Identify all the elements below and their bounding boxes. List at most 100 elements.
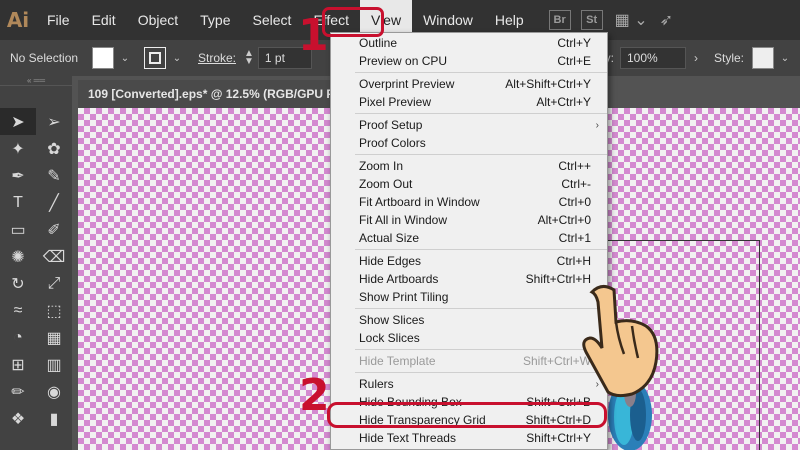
- menu-item-overprint-preview[interactable]: Overprint Preview Alt+Shift+Ctrl+Y: [331, 75, 607, 93]
- panel-grip-icon[interactable]: « ══: [0, 76, 72, 86]
- menu-item-label: Preview on CPU: [359, 54, 448, 68]
- style-swatch[interactable]: [752, 47, 774, 69]
- bridge-icon[interactable]: Br: [548, 10, 571, 30]
- opacity-input[interactable]: 100%: [619, 47, 686, 69]
- menu-item-rulers[interactable]: Rulers ›: [331, 375, 607, 393]
- pen-tool-icon[interactable]: ✒: [0, 162, 36, 189]
- menu-item-label: Hide Text Threads: [359, 431, 456, 445]
- blend-tool-icon[interactable]: ◉: [36, 378, 72, 405]
- menu-item-shortcut: Ctrl+-: [561, 177, 591, 191]
- menu-item-label: Zoom In: [359, 159, 404, 173]
- menu-item-label: Hide Template: [359, 354, 436, 368]
- transparency-grid-highlight: [327, 402, 607, 428]
- menu-type[interactable]: Type: [189, 0, 241, 40]
- menu-item-preview-on-cpu[interactable]: Preview on CPU Ctrl+E: [331, 52, 607, 70]
- menu-item-label: Hide Edges: [359, 254, 422, 268]
- warp-tool-icon[interactable]: ≈: [0, 297, 36, 324]
- menu-item-label: Fit Artboard in Window: [359, 195, 480, 209]
- menu-item-label: Rulers: [359, 377, 394, 391]
- menu-file[interactable]: File: [36, 0, 81, 40]
- submenu-arrow-icon: ›: [595, 119, 599, 131]
- menu-item-label: Show Print Tiling: [359, 290, 449, 304]
- menu-item-shortcut: Shift+Ctrl+Y: [526, 431, 591, 445]
- menu-object[interactable]: Object: [127, 0, 189, 40]
- stroke-swatch[interactable]: [144, 47, 166, 69]
- fill-swatch[interactable]: [92, 47, 114, 69]
- scale-tool-icon[interactable]: ⤢: [36, 270, 72, 297]
- menu-item-show-slices[interactable]: Show Slices: [331, 311, 607, 329]
- rocket-icon[interactable]: ➶: [660, 10, 673, 30]
- menu-item-zoom-out[interactable]: Zoom Out Ctrl+-: [331, 175, 607, 193]
- shape-builder-icon[interactable]: ◔: [0, 324, 36, 351]
- menu-item-fit-all-in-window[interactable]: Fit All in Window Alt+Ctrl+0: [331, 211, 607, 229]
- chevron-down-icon[interactable]: ⌄: [778, 53, 792, 64]
- eraser-icon[interactable]: ⌫: [36, 243, 72, 270]
- menu-item-label: Lock Slices: [359, 331, 420, 345]
- menu-item-actual-size[interactable]: Actual Size Ctrl+1: [331, 229, 607, 247]
- step-2-marker: 2: [299, 370, 330, 421]
- curvature-tool-icon[interactable]: ✎: [36, 162, 72, 189]
- menu-item-fit-artboard-in-window[interactable]: Fit Artboard in Window Ctrl+0: [331, 193, 607, 211]
- menu-item-hide-artboards[interactable]: Hide Artboards Shift+Ctrl+H: [331, 270, 607, 288]
- menu-item-shortcut: Ctrl+H: [556, 254, 591, 268]
- menu-item-proof-colors[interactable]: Proof Colors: [331, 134, 607, 152]
- selection-tool-icon[interactable]: ➤: [0, 108, 36, 135]
- gradient-tool-icon[interactable]: ▥: [36, 351, 72, 378]
- workspace-layout-icon[interactable]: ▦ ⌄: [615, 10, 648, 30]
- chevron-down-icon[interactable]: ⌄: [170, 53, 184, 64]
- symbol-sprayer-icon[interactable]: ❖: [0, 405, 36, 432]
- menu-item-pixel-preview[interactable]: Pixel Preview Alt+Ctrl+Y: [331, 93, 607, 111]
- free-transform-icon[interactable]: ⬚: [36, 297, 72, 324]
- type-tool-icon[interactable]: T: [0, 189, 36, 216]
- menu-item-shortcut: Ctrl++: [558, 159, 591, 173]
- menu-item-zoom-in[interactable]: Zoom In Ctrl++: [331, 157, 607, 175]
- rectangle-tool-icon[interactable]: ▭: [0, 216, 36, 243]
- selection-status: No Selection: [10, 51, 79, 65]
- document-tab[interactable]: 109 [Converted].eps* @ 12.5% (RGB/GPU P: [78, 80, 338, 108]
- menu-item-label: Proof Setup: [359, 118, 423, 132]
- line-tool-icon[interactable]: ╱: [36, 189, 72, 216]
- magic-wand-icon[interactable]: ✦: [0, 135, 36, 162]
- paintbrush-icon[interactable]: ✐: [36, 216, 72, 243]
- eyedropper-icon[interactable]: ✏: [0, 378, 36, 405]
- menu-item-label: Proof Colors: [359, 136, 426, 150]
- menu-item-proof-setup[interactable]: Proof Setup ›: [331, 116, 607, 134]
- pointing-hand-icon: [582, 285, 659, 398]
- menu-item-shortcut: Ctrl+Y: [557, 36, 591, 50]
- menu-item-hide-text-threads[interactable]: Hide Text Threads Shift+Ctrl+Y: [331, 429, 607, 447]
- stroke-label[interactable]: Stroke:: [198, 51, 236, 65]
- menu-item-lock-slices[interactable]: Lock Slices: [331, 329, 607, 347]
- menu-item-label: Overprint Preview: [359, 77, 455, 91]
- chevron-right-icon[interactable]: ›: [694, 51, 698, 65]
- perspective-grid-icon[interactable]: ▦: [36, 324, 72, 351]
- tool-grid: ➤ ➢ ✦ ✿ ✒ ✎ T ╱ ▭ ✐ ✺ ⌫ ↻ ⤢ ≈ ⬚ ◔ ▦ ⊞ ▥ ✏ ◉ ❖ ▮: [0, 86, 72, 432]
- stroke-stepper-icon[interactable]: ▲ ▼: [244, 49, 254, 67]
- menu-item-label: Zoom Out: [359, 177, 413, 191]
- menu-item-label: Fit All in Window: [359, 213, 448, 227]
- shaper-tool-icon[interactable]: ✺: [0, 243, 36, 270]
- view-menu-dropdown: Outline Ctrl+Y Preview on CPU Ctrl+E Overpri…: [330, 32, 608, 450]
- rotate-tool-icon[interactable]: ↻: [0, 270, 36, 297]
- menu-item-shortcut: Alt+Ctrl+0: [537, 213, 591, 227]
- menu-item-hide-template: Hide Template Shift+Ctrl+W: [331, 352, 607, 370]
- direct-selection-tool-icon[interactable]: ➢: [36, 108, 72, 135]
- menu-item-shortcut: Ctrl+0: [558, 195, 591, 209]
- menu-item-shortcut: Ctrl+E: [557, 54, 591, 68]
- column-graph-icon[interactable]: ▮: [36, 405, 72, 432]
- menu-item-label: Hide Artboards: [359, 272, 439, 286]
- menu-item-hide-edges[interactable]: Hide Edges Ctrl+H: [331, 252, 607, 270]
- stock-icon[interactable]: St: [580, 10, 603, 30]
- menu-item-show-print-tiling[interactable]: Show Print Tiling: [331, 288, 607, 306]
- menu-item-shortcut: Alt+Shift+Ctrl+Y: [505, 77, 591, 91]
- app-logo[interactable]: Ai: [0, 0, 36, 40]
- view-menu-highlight: [322, 7, 384, 37]
- fill-control[interactable]: ⌄: [92, 47, 132, 69]
- lasso-icon[interactable]: ✿: [36, 135, 72, 162]
- menu-edit[interactable]: Edit: [81, 0, 127, 40]
- mesh-tool-icon[interactable]: ⊞: [0, 351, 36, 378]
- menu-select[interactable]: Select: [242, 0, 303, 40]
- menu-item-label: Show Slices: [359, 313, 425, 327]
- chevron-down-icon[interactable]: ⌄: [118, 53, 132, 64]
- menu-item-label: Actual Size: [359, 231, 420, 245]
- stroke-color-control[interactable]: ⌄: [144, 47, 184, 69]
